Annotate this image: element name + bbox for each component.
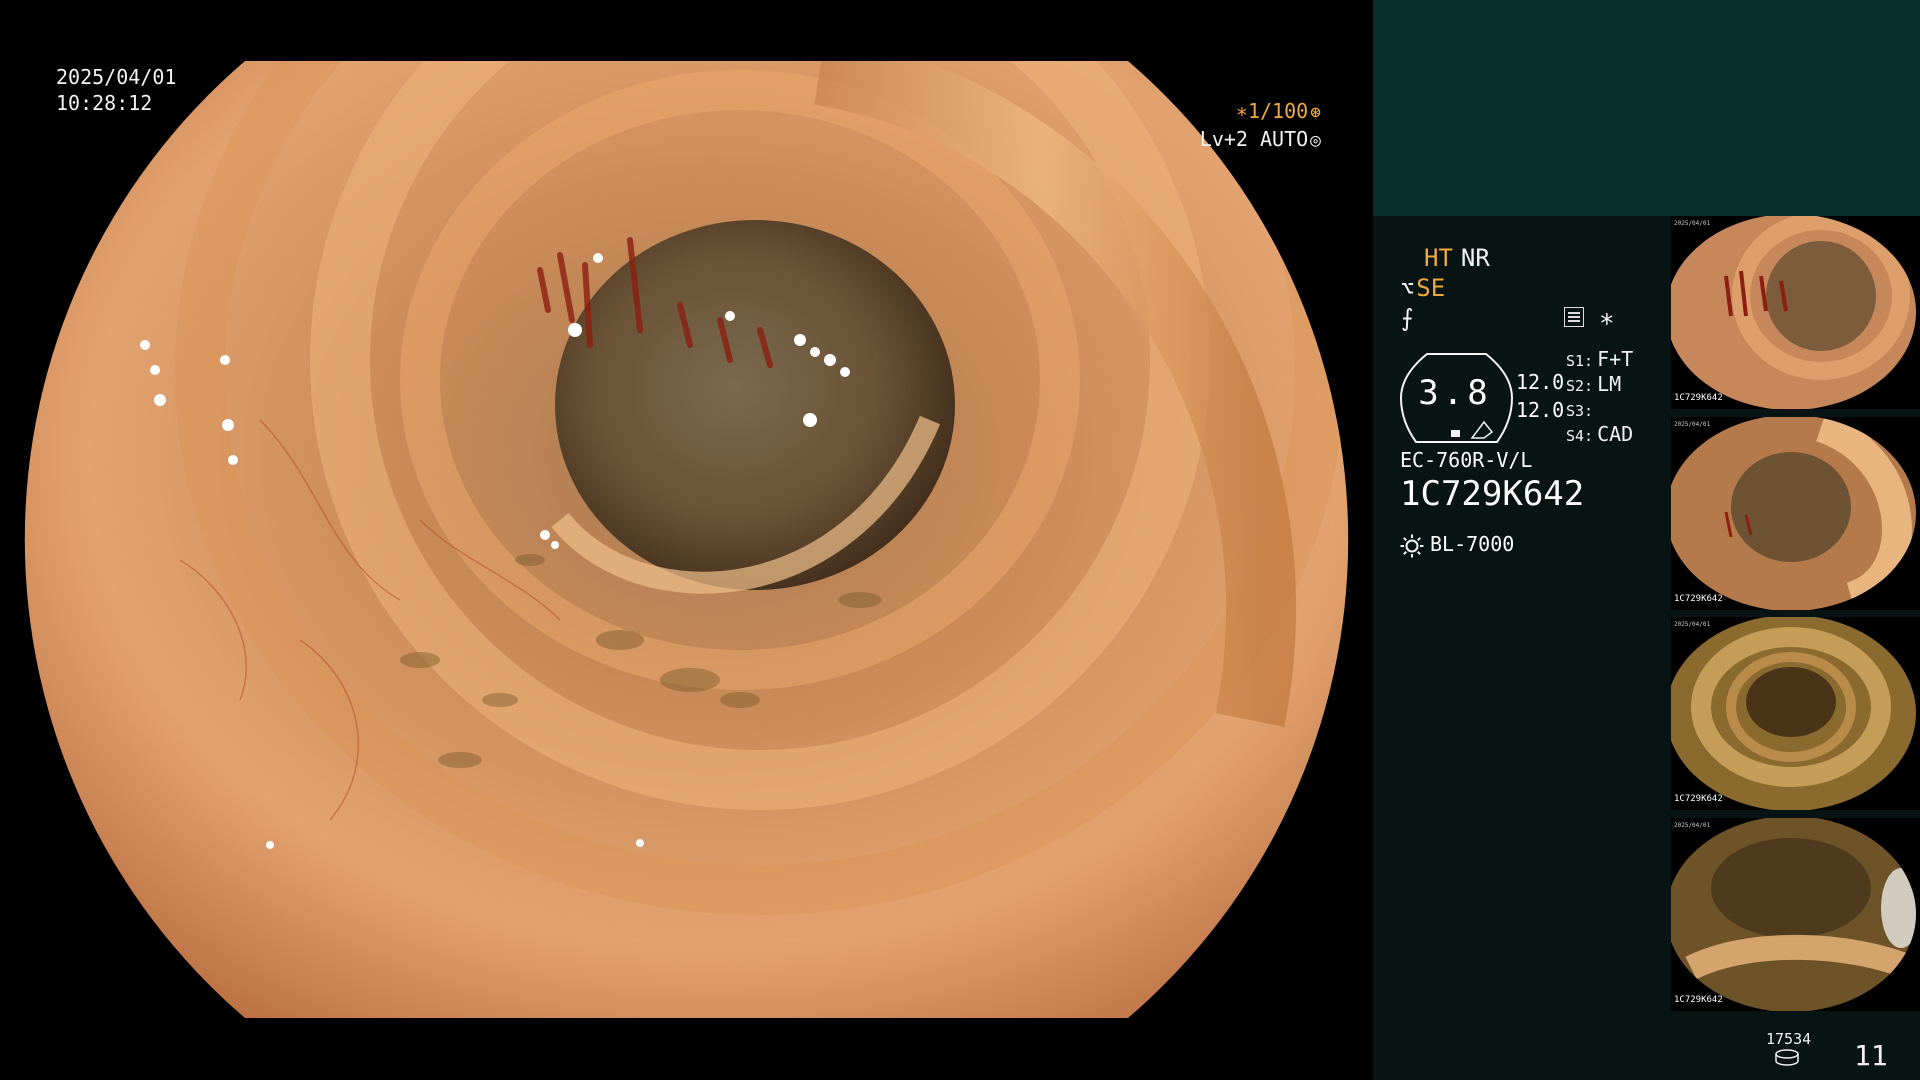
s4-value: CAD [1597,422,1634,446]
date-text: 2025/04/01 [56,65,177,89]
light-source-icon [1400,534,1424,557]
menu-icon [1564,307,1584,327]
datetime-display: 2025/04/01 10:28:12 [56,64,176,116]
image-mode-indicators: HT NR [1424,244,1490,272]
shutter-icon: ⊛ [1310,102,1321,123]
thumbnail-date: 2025/04/01 [1674,621,1711,628]
thumbnail-date: 2025/04/01 [1674,220,1711,227]
patient-info-area [1373,0,1920,216]
shutter-speed-text: ∗1/100 [1235,99,1309,123]
gauge-reading-2: 12.0 [1516,398,1565,422]
thumbnail-image [1671,617,1916,810]
auto-iris-icon: ◎ [1310,130,1321,151]
thumbnail-image [1671,818,1916,1011]
scope-model: EC-760R-V/L [1400,448,1533,472]
captured-image-thumbnail[interactable]: 2025/04/01 1C729K642 [1671,617,1920,810]
colon-lumen-image [24,61,1349,1018]
s2-setting: S2: LM [1566,372,1621,396]
s4-key: S4: [1566,427,1594,445]
brightness-level: Lv+2 AUTO ◎ [1200,127,1321,151]
ht-indicator: HT [1424,244,1453,272]
storage-icon [1775,1049,1799,1066]
nr-indicator: NR [1460,244,1490,272]
star-icon: ∗ [1599,304,1615,334]
structure-enhance-icon: ⌥ [1401,277,1415,302]
captured-image-thumbnail[interactable]: 2025/04/01 1C729K642 [1671,216,1920,409]
thumbnail-date: 2025/04/01 [1674,421,1711,428]
s4-setting: S4: CAD [1566,422,1633,446]
thumbnail-code: 1C729K642 [1674,995,1723,1005]
time-text: 10:28:12 [56,91,153,115]
s1-setting: S1: F+T [1566,347,1633,371]
gauge-reading-1: 12.0 [1516,370,1565,394]
s2-key: S2: [1566,377,1594,395]
s1-value: F+T [1597,347,1634,371]
s1-key: S1: [1566,352,1594,370]
s2-value: LM [1597,372,1622,396]
light-source: BL-7000 [1400,532,1514,558]
shutter-speed: ∗1/100 ⊛ [1236,99,1321,123]
storage-count: 17534 [1766,1030,1812,1048]
light-source-label: BL-7000 [1430,532,1515,556]
thumbnail-date: 2025/04/01 [1674,822,1711,829]
s3-setting: S3: [1566,397,1597,421]
thumbnail-image [1671,216,1916,409]
structure-enhance-indicator: ⌥SE [1401,274,1445,302]
image-count: 11 [1854,1039,1888,1072]
captured-image-thumbnail[interactable]: 2025/04/01 1C729K642 [1671,818,1920,1011]
captured-image-thumbnail[interactable]: 2025/04/01 1C729K642 [1671,417,1920,610]
thumbnail-code: 1C729K642 [1674,794,1723,804]
brightness-level-text: Lv+2 AUTO [1199,127,1309,151]
s3-key: S3: [1566,402,1594,420]
scope-serial: 1C729K642 [1400,474,1585,514]
endoscopic-view: 2025/04/01 10:28:12 ∗1/100 ⊛ Lv+2 AUTO ◎ [0,0,1373,1080]
magnification-value: 3.8 [1418,373,1492,413]
thumbnail-code: 1C729K642 [1674,594,1723,604]
thumbnail-image [1671,417,1916,610]
thumbnail-code: 1C729K642 [1674,393,1723,403]
se-label: SE [1416,274,1446,302]
freeze-icon: ⨍ [1401,304,1414,332]
